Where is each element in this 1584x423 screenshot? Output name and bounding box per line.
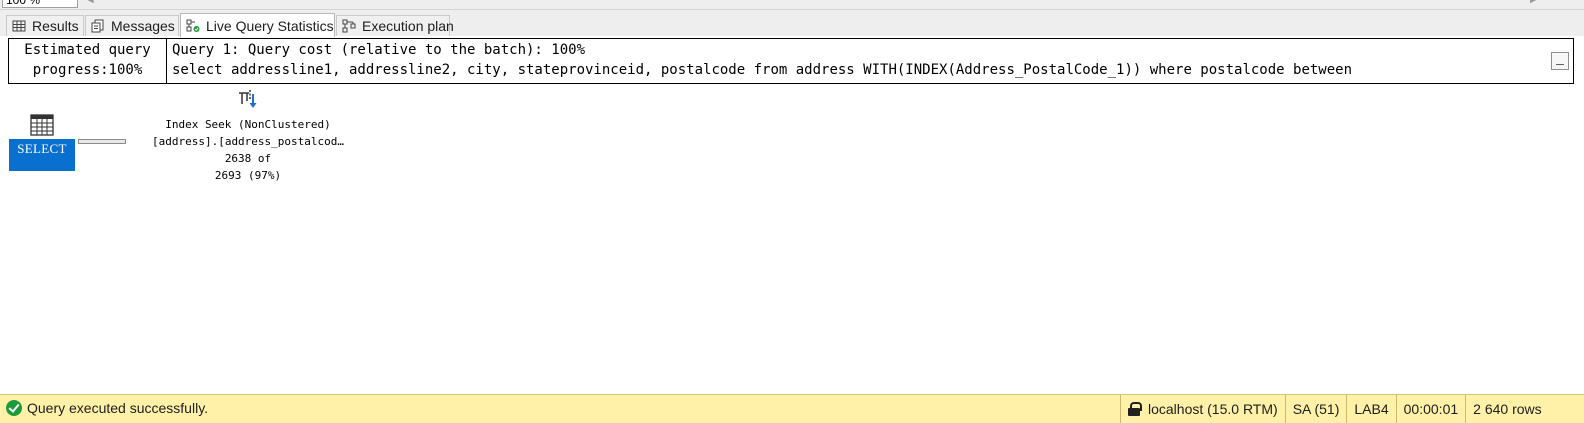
query-sql-line: select addressline1, addressline2, city,… (172, 62, 1353, 78)
database-name: LAB4 (1354, 401, 1389, 417)
execution-plan-canvas[interactable]: SELECT Index Seek (NonClustered) [addres… (0, 84, 1584, 394)
messages-icon (91, 19, 105, 33)
collapse-header-button[interactable] (1551, 52, 1569, 70)
select-operator[interactable]: SELECT (9, 112, 75, 171)
select-result-icon (29, 112, 55, 138)
progress-line-2: progress:100% (32, 62, 143, 78)
user-segment: SA (51) (1284, 395, 1347, 423)
progress-line-1: Estimated query (24, 42, 151, 58)
row-count: 2 640 rows (1473, 401, 1542, 417)
rows-segment: 2 640 rows (1465, 395, 1548, 423)
elapsed-segment: 00:00:01 (1395, 395, 1466, 423)
scroll-right-icon[interactable]: ▶ (1530, 0, 1538, 5)
lock-icon (1128, 402, 1142, 416)
tab-results[interactable]: Results (6, 15, 84, 36)
query-text: Query 1: Query cost (relative to the bat… (172, 40, 1544, 82)
live-stats-icon (186, 19, 200, 33)
grid-icon (12, 19, 26, 33)
execution-plan-icon (342, 19, 356, 33)
index-seek-icon[interactable] (236, 88, 260, 112)
connection-info: localhost (15.0 RTM) SA (51) LAB4 00:00:… (1120, 395, 1549, 423)
tab-label: Execution plan (362, 18, 454, 34)
server-segment: localhost (15.0 RTM) (1120, 395, 1285, 423)
results-tab-bar: Results Messages Live Query Statistics E… (0, 10, 1584, 37)
status-message-area: Query executed successfully. (6, 400, 208, 416)
status-bar: Query executed successfully. localhost (… (0, 394, 1584, 423)
zoom-strip: 100 % ◀ ▶ (0, 0, 1584, 10)
data-flow-arrow (78, 139, 126, 144)
tab-label: Results (32, 18, 79, 34)
status-message: Query executed successfully. (27, 400, 209, 416)
database-segment: LAB4 (1346, 395, 1395, 423)
tab-execution-plan[interactable]: Execution plan (336, 15, 454, 36)
success-check-icon (6, 400, 22, 416)
operator-name: Index Seek (NonClustered) (165, 118, 331, 131)
tab-label: Live Query Statistics (206, 17, 334, 34)
tab-messages[interactable]: Messages (85, 15, 179, 36)
elapsed-time: 00:00:01 (1403, 401, 1459, 417)
query-results-pane: 100 % ◀ ▶ Results Messages Live Query St… (0, 0, 1584, 423)
tab-live-query-statistics[interactable]: Live Query Statistics (180, 13, 335, 37)
estimated-progress: Estimated query progress:100% (9, 39, 167, 83)
query-cost-line: Query 1: Query cost (relative to the bat… (172, 42, 586, 58)
operator-object: [address].[address_postalcod… (151, 135, 345, 148)
server-name: localhost (15.0 RTM) (1148, 401, 1278, 417)
select-operator-label: SELECT (9, 139, 75, 171)
rows-progress-line-2: 2693 (97%) (214, 169, 282, 182)
zoom-combobox[interactable]: 100 % (2, 0, 78, 8)
index-seek-details[interactable]: Index Seek (NonClustered) [address].[add… (128, 116, 368, 184)
login-user: SA (51) (1292, 401, 1340, 417)
tab-label: Messages (111, 18, 175, 34)
rows-progress-line-1: 2638 of (224, 152, 272, 165)
query-header: Estimated query progress:100% Query 1: Q… (8, 38, 1574, 84)
scroll-left-icon[interactable]: ◀ (86, 0, 94, 5)
